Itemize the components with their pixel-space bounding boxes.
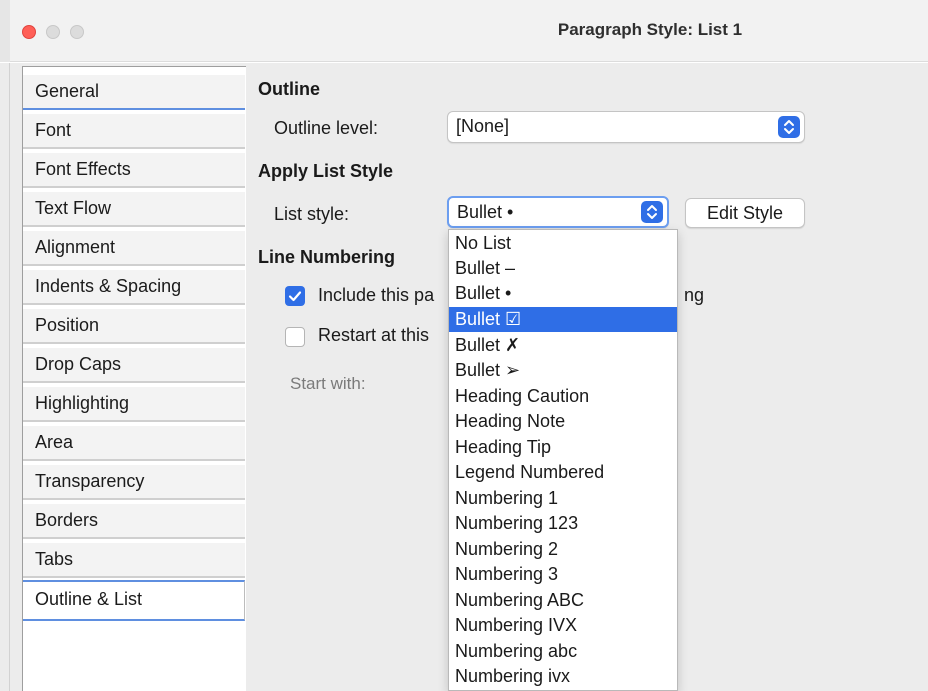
tab-area[interactable]: Area <box>23 426 245 461</box>
dropdown-option[interactable]: Bullet – <box>449 256 677 281</box>
include-line-numbering-checkbox[interactable] <box>285 286 305 306</box>
tab-highlighting[interactable]: Highlighting <box>23 387 245 422</box>
outline-heading: Outline <box>258 79 320 99</box>
chevron-up-down-icon <box>778 116 800 138</box>
tab-outline-list[interactable]: Outline & List <box>23 580 245 621</box>
tab-general[interactable]: General <box>23 75 245 110</box>
dropdown-option[interactable]: Bullet ➢ <box>449 358 677 383</box>
dialog-left-edge <box>0 63 10 691</box>
dropdown-option[interactable]: Numbering 3 <box>449 562 677 587</box>
restart-numbering-label: Restart at this <box>318 325 430 345</box>
zoom-window-button[interactable] <box>70 25 84 39</box>
dropdown-option[interactable]: Numbering ABC <box>449 588 677 613</box>
tab-text-flow[interactable]: Text Flow <box>23 192 245 227</box>
tab-font-effects[interactable]: Font Effects <box>23 153 245 188</box>
dropdown-option[interactable]: Numbering 123 <box>449 511 677 536</box>
chevron-up-down-icon <box>641 201 663 223</box>
dropdown-option[interactable]: Numbering 1 <box>449 486 677 511</box>
tab-font[interactable]: Font <box>23 114 245 149</box>
tab-sidebar: General Font Font Effects Text Flow Alig… <box>22 66 246 691</box>
outline-level-select[interactable]: [None] <box>447 111 805 143</box>
start-with-label: Start with: <box>290 374 366 393</box>
tab-indents-spacing[interactable]: Indents & Spacing <box>23 270 245 305</box>
outline-level-label: Outline level: <box>274 118 379 138</box>
dropdown-option[interactable]: Heading Tip <box>449 435 677 460</box>
minimize-window-button[interactable] <box>46 25 60 39</box>
close-window-button[interactable] <box>22 25 36 39</box>
list-style-label: List style: <box>274 204 350 224</box>
dropdown-option[interactable]: Heading Note <box>449 409 677 434</box>
tab-transparency[interactable]: Transparency <box>23 465 245 500</box>
restart-numbering-checkbox[interactable] <box>285 327 305 347</box>
edit-style-button[interactable]: Edit Style <box>685 198 805 228</box>
window-edge <box>0 0 10 62</box>
outline-level-value: [None] <box>456 116 510 136</box>
list-style-dropdown[interactable]: No List Bullet – Bullet • Bullet ☑ Bulle… <box>448 229 678 691</box>
line-numbering-heading: Line Numbering <box>258 247 396 267</box>
window-title: Paragraph Style: List 1 <box>557 20 743 39</box>
title-bar: Paragraph Style: List 1 <box>0 0 928 62</box>
apply-list-style-heading: Apply List Style <box>258 161 394 181</box>
checkmark-icon <box>288 291 302 302</box>
include-line-numbering-label: Include this pa <box>318 285 435 305</box>
tab-tabs[interactable]: Tabs <box>23 543 245 578</box>
tab-alignment[interactable]: Alignment <box>23 231 245 266</box>
tab-borders[interactable]: Borders <box>23 504 245 539</box>
list-style-select[interactable]: Bullet • <box>447 196 669 228</box>
include-line-numbering-label-tail: ng <box>684 285 705 305</box>
dropdown-option[interactable]: Bullet ✗ <box>449 333 677 358</box>
dropdown-option[interactable]: Heading Caution <box>449 384 677 409</box>
dropdown-option[interactable]: Numbering abc <box>449 639 677 664</box>
dropdown-option[interactable]: Numbering 2 <box>449 537 677 562</box>
dropdown-option[interactable]: No List <box>449 231 677 256</box>
tab-position[interactable]: Position <box>23 309 245 344</box>
dropdown-option[interactable]: Numbering IVX <box>449 613 677 638</box>
list-style-value: Bullet • <box>457 202 514 222</box>
dropdown-option[interactable]: Numbering ivx <box>449 664 677 689</box>
dropdown-option[interactable]: Bullet • <box>449 281 677 306</box>
dropdown-option-highlighted[interactable]: Bullet ☑ <box>449 307 677 332</box>
dropdown-option[interactable]: Legend Numbered <box>449 460 677 485</box>
tab-drop-caps[interactable]: Drop Caps <box>23 348 245 383</box>
